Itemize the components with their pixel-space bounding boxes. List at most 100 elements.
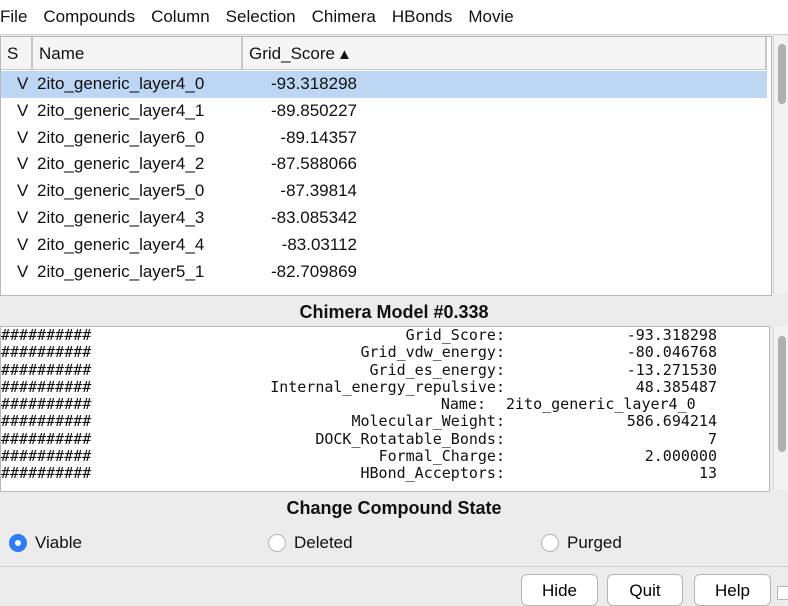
cell-state: V (17, 154, 29, 174)
cell-grid-score: -93.318298 (270, 74, 357, 93)
menu-bar: File Compounds Column Selection Chimera … (0, 0, 788, 35)
compound-table: S Name Grid_Score ▲ V 2ito_generic_layer4… (0, 36, 772, 296)
sort-ascending-icon: ▲ (336, 46, 352, 63)
table-row[interactable]: V 2ito_generic_layer6_0 -89.14357 (1, 125, 767, 152)
info-hash: ########## (1, 343, 92, 362)
cell-state: V (17, 207, 29, 227)
column-header-name[interactable]: Name (33, 37, 243, 69)
change-state-title: Change Compound State (286, 498, 502, 518)
column-header-grid-score-label: Grid_Score (249, 44, 335, 63)
info-scrollbar-thumb[interactable] (778, 336, 786, 452)
info-value: -93.318298 (626, 326, 717, 344)
radio-purged-button[interactable] (541, 534, 559, 552)
radio-purged[interactable]: Purged (541, 531, 622, 555)
radio-deleted-label[interactable]: Deleted (294, 533, 353, 553)
info-hash: ########## (1, 326, 92, 344)
table-scrollbar-thumb[interactable] (778, 44, 786, 104)
help-button[interactable]: Help (694, 574, 771, 606)
info-hash: ########## (1, 412, 92, 431)
divider (0, 566, 788, 567)
hide-button[interactable]: Hide (521, 574, 598, 606)
column-header-grid-score[interactable]: Grid_Score ▲ (243, 37, 767, 69)
cell-name: 2ito_generic_layer4_3 (37, 207, 205, 227)
cell-grid-score: -87.39814 (280, 181, 357, 201)
menu-movie[interactable]: Movie (460, 0, 521, 34)
menu-compounds[interactable]: Compounds (35, 0, 143, 34)
cell-grid-score: -83.03112 (281, 234, 357, 254)
info-key: Grid_vdw_energy: (360, 343, 506, 362)
resize-handle[interactable] (777, 586, 788, 600)
radio-deleted-button[interactable] (268, 534, 286, 552)
cell-state: V (17, 261, 29, 281)
cell-grid-score: -83.085342 (270, 207, 357, 227)
info-row: ########## Grid_Score: -93.318298 (1, 327, 769, 344)
info-value: 2ito_generic_layer4_0 (506, 395, 696, 414)
cell-name: 2ito_generic_layer4_0 (37, 74, 205, 93)
table-row[interactable]: V 2ito_generic_layer5_1 -82.709869 (1, 259, 767, 286)
cell-state: V (17, 234, 29, 254)
cell-grid-score: -82.709869 (270, 261, 357, 281)
radio-viable-label[interactable]: Viable (35, 533, 82, 553)
table-row[interactable]: V 2ito_generic_layer4_0 -93.318298 (1, 71, 767, 98)
info-scrollbar[interactable] (773, 326, 788, 490)
cell-name: 2ito_generic_layer4_1 (37, 100, 205, 120)
info-row: ########## Grid_vdw_energy: -80.046768 (1, 343, 769, 362)
info-row: ########## Formal_Charge: 2.000000 (1, 447, 769, 466)
info-key: Molecular_Weight: (351, 412, 505, 431)
cell-name: 2ito_generic_layer4_2 (37, 154, 205, 174)
model-title: Chimera Model #0.338 (299, 302, 489, 322)
table-row[interactable]: V 2ito_generic_layer4_3 -83.085342 (1, 205, 767, 232)
table-row[interactable]: V 2ito_generic_layer5_0 -87.39814 (1, 178, 767, 205)
info-key: Grid_es_energy: (369, 360, 505, 379)
cell-state: V (17, 74, 29, 93)
quit-button[interactable]: Quit (607, 574, 683, 606)
info-hash: ########## (1, 395, 92, 414)
menu-column[interactable]: Column (143, 0, 218, 34)
info-row: ########## Molecular_Weight: 586.694214 (1, 412, 769, 431)
cell-state: V (17, 100, 29, 120)
info-key: Internal_energy_repulsive: (270, 377, 505, 396)
info-hash: ########## (1, 377, 92, 396)
info-key: HBond_Acceptors: (360, 464, 506, 483)
info-hash: ########## (1, 360, 92, 379)
info-value: 2.000000 (644, 447, 717, 466)
cell-state: V (17, 181, 29, 201)
info-row: ########## Internal_energy_repulsive: 48… (1, 377, 769, 396)
menu-selection[interactable]: Selection (218, 0, 304, 34)
cell-name: 2ito_generic_layer5_0 (37, 181, 205, 201)
radio-purged-label[interactable]: Purged (567, 533, 622, 553)
info-value: 48.385487 (635, 377, 717, 396)
info-value: -80.046768 (626, 343, 717, 362)
info-hash: ########## (1, 464, 92, 483)
info-hash: ########## (1, 429, 92, 448)
menu-hbonds[interactable]: HBonds (384, 0, 460, 34)
info-key: Grid_Score: (405, 326, 505, 344)
compound-info-panel: ########## Grid_Score: -93.318298 ######… (0, 326, 770, 492)
cell-name: 2ito_generic_layer6_0 (37, 127, 205, 147)
menu-chimera[interactable]: Chimera (304, 0, 384, 34)
info-row: ########## Name: 2ito_generic_layer4_0 (1, 395, 769, 414)
menu-file[interactable]: File (0, 0, 35, 34)
table-scrollbar[interactable] (773, 36, 788, 294)
table-row[interactable]: V 2ito_generic_layer4_4 -83.03112 (1, 232, 767, 259)
radio-viable[interactable]: Viable (9, 531, 82, 555)
cell-state: V (17, 127, 29, 147)
table-row[interactable]: V 2ito_generic_layer4_1 -89.850227 (1, 98, 767, 125)
info-value: -13.271530 (626, 360, 717, 379)
radio-viable-button[interactable] (9, 534, 27, 552)
info-hash: ########## (1, 447, 92, 466)
table-row[interactable]: V 2ito_generic_layer4_2 -87.588066 (1, 151, 767, 178)
info-value: 7 (707, 429, 717, 448)
info-value: 586.694214 (626, 412, 717, 431)
info-row: ########## Grid_es_energy: -13.271530 (1, 360, 769, 379)
info-row: ########## DOCK_Rotatable_Bonds: 7 (1, 429, 769, 448)
column-header-state[interactable]: S (1, 37, 33, 69)
info-key: Formal_Charge: (378, 447, 505, 466)
cell-name: 2ito_generic_layer4_4 (37, 234, 205, 254)
cell-name: 2ito_generic_layer5_1 (37, 261, 205, 281)
info-key: DOCK_Rotatable_Bonds: (315, 429, 505, 448)
info-key: Name: (440, 395, 486, 414)
info-value: 13 (698, 464, 717, 483)
cell-grid-score: -89.850227 (270, 100, 357, 120)
radio-deleted[interactable]: Deleted (268, 531, 353, 555)
